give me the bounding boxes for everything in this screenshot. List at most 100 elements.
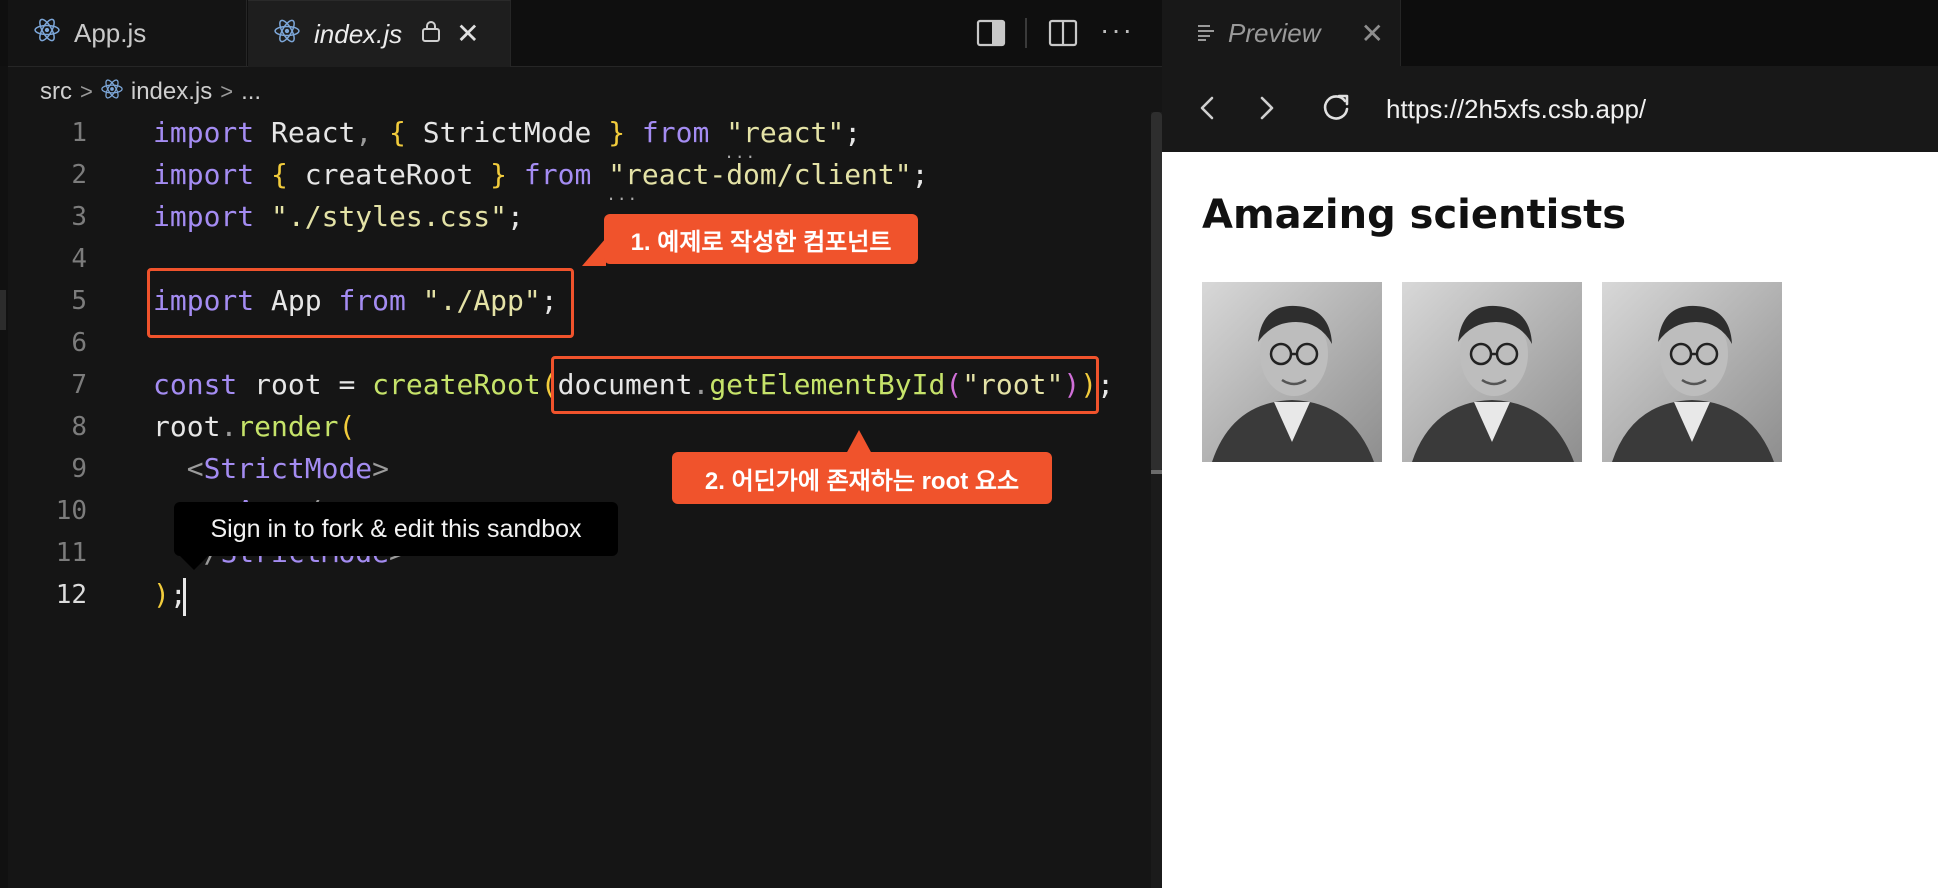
token: < xyxy=(186,452,204,485)
callout-pointer xyxy=(582,238,606,266)
token: . xyxy=(220,410,238,443)
scientist-portrait xyxy=(1202,282,1382,462)
line-number: 8 xyxy=(71,412,87,442)
token: ; xyxy=(507,200,524,233)
tab-label: index.js xyxy=(314,18,403,49)
code-text: root.render( xyxy=(153,406,355,448)
line-number: 3 xyxy=(71,202,87,232)
token: StrictMode xyxy=(203,452,373,485)
highlight-get-element xyxy=(551,356,1099,414)
token: = xyxy=(338,368,356,401)
token: ; xyxy=(844,116,862,149)
code-line[interactable]: 2 import { createRoot } from "react-dom/… xyxy=(0,154,1150,196)
line-number: 12 xyxy=(55,580,87,610)
line-number: 11 xyxy=(55,538,87,568)
breadcrumb-src[interactable]: src xyxy=(40,78,72,106)
token: ) xyxy=(153,578,170,611)
split-editor-icon[interactable] xyxy=(1048,18,1078,53)
code-editor[interactable]: App.js index.js ✕ ··· src > index.js > .… xyxy=(0,0,1162,888)
token: root xyxy=(153,410,221,443)
tooltip-pointer xyxy=(180,556,208,570)
token: from xyxy=(641,116,710,149)
scrollbar-thumb[interactable] xyxy=(1151,112,1162,472)
token: } xyxy=(608,116,626,149)
address-bar[interactable]: https://2h5xfs.csb.app/ xyxy=(1386,94,1646,125)
tab-label: App.js xyxy=(74,17,147,48)
line-number: 2 xyxy=(71,160,87,190)
breadcrumb-symbols[interactable]: ... xyxy=(241,78,261,106)
close-tab-icon[interactable]: ✕ xyxy=(456,20,479,48)
page-heading: Amazing scientists xyxy=(1202,192,1627,238)
breadcrumb: src > index.js > ... xyxy=(40,74,261,110)
token: , xyxy=(355,116,373,149)
react-icon xyxy=(101,78,123,107)
token: } xyxy=(490,158,508,191)
token: import xyxy=(153,116,255,149)
preview-tab-bar: Preview ✕ xyxy=(1162,0,1938,66)
code-text: import React, { StrictMode } from "react… xyxy=(153,112,861,154)
token: ; xyxy=(911,158,929,191)
preview-content: Amazing scientists xyxy=(1162,152,1938,888)
token: ( xyxy=(338,410,356,443)
code-line[interactable]: 12 ); xyxy=(0,574,1150,616)
tab-label: Preview xyxy=(1228,17,1321,48)
close-tab-icon[interactable]: ✕ xyxy=(1360,17,1383,50)
token: "react-dom/client" xyxy=(608,158,911,191)
breadcrumb-file[interactable]: index.js xyxy=(131,78,212,106)
token: createRoot xyxy=(304,158,474,191)
text-cursor xyxy=(183,578,186,616)
react-icon xyxy=(274,18,300,51)
chevron-right-icon: > xyxy=(80,79,93,104)
chevron-right-icon: > xyxy=(220,79,234,104)
token: React xyxy=(271,116,356,149)
code-line[interactable]: 1 import React, { StrictMode } from "rea… xyxy=(0,112,1150,154)
token: { xyxy=(271,158,288,191)
line-number: 1 xyxy=(71,118,87,148)
token: "./styles.css" xyxy=(271,200,508,233)
token: render xyxy=(237,410,339,443)
code-line[interactable]: 3 import "./styles.css"; xyxy=(0,196,1150,238)
lines-icon xyxy=(1196,18,1216,49)
forward-icon[interactable] xyxy=(1254,90,1278,131)
editor-tab-bar: App.js index.js ✕ ··· xyxy=(0,0,1162,67)
token: StrictMode xyxy=(422,116,592,149)
more-actions-icon[interactable]: ··· xyxy=(1100,14,1134,46)
scrollbar-marker xyxy=(1151,470,1162,474)
token: root xyxy=(254,368,322,401)
tooltip: Sign in to fork & edit this sandbox xyxy=(174,502,618,556)
line-number: 7 xyxy=(71,370,87,400)
token: createRoot xyxy=(372,368,541,401)
toggle-sidebar-icon[interactable] xyxy=(976,18,1006,53)
code-text: <StrictMode> xyxy=(153,448,389,490)
react-icon xyxy=(34,17,60,50)
code-text: ); xyxy=(153,574,187,616)
callout-1: 1. 예제로 작성한 컴포넌트 xyxy=(604,214,918,264)
code-text: import "./styles.css"; xyxy=(153,196,524,238)
callout-2: 2. 어딘가에 존재하는 root 요소 xyxy=(672,452,1052,504)
token: const xyxy=(153,368,238,401)
lock-icon xyxy=(420,19,442,50)
token: "react" xyxy=(726,116,844,149)
back-icon[interactable] xyxy=(1196,90,1220,131)
tab-index-js[interactable]: index.js ✕ xyxy=(248,0,511,67)
token: from xyxy=(523,158,592,191)
refresh-icon[interactable] xyxy=(1320,92,1352,129)
scientist-portrait xyxy=(1402,282,1582,462)
token: import xyxy=(153,200,255,233)
token: ; xyxy=(1097,368,1114,401)
line-number: 10 xyxy=(55,496,87,526)
tab-app-js[interactable]: App.js xyxy=(8,0,247,66)
tab-preview[interactable]: Preview ✕ xyxy=(1162,0,1401,66)
line-number: 6 xyxy=(71,328,87,358)
scientist-portrait xyxy=(1602,282,1782,462)
line-number: 9 xyxy=(71,454,87,484)
callout-pointer xyxy=(846,430,872,454)
toolbar-divider xyxy=(1025,18,1027,48)
token: { xyxy=(389,116,406,149)
code-text: import { createRoot } from "react-dom/cl… xyxy=(153,154,928,196)
preview-pane: Preview ✕ https://2h5xfs.csb.app/ Amazin… xyxy=(1162,0,1938,888)
highlight-import-app xyxy=(147,268,574,338)
token: > xyxy=(372,452,390,485)
preview-nav-bar: https://2h5xfs.csb.app/ xyxy=(1162,66,1938,152)
line-number: 5 xyxy=(71,286,87,316)
